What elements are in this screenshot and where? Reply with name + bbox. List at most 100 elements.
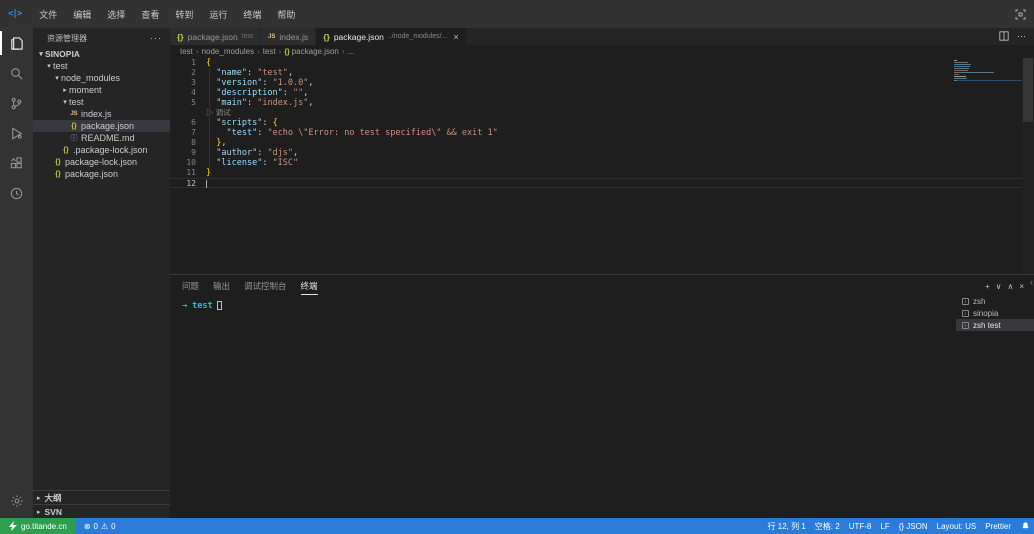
close-icon[interactable]: × — [453, 32, 458, 42]
menu-item-terminal[interactable]: 终端 — [235, 5, 269, 24]
menu-item-help[interactable]: 帮助 — [269, 5, 303, 24]
tree-item-package-lock[interactable]: {}package-lock.json — [33, 156, 170, 168]
new-terminal-icon[interactable]: + — [985, 282, 990, 291]
panel-tab-debug-console[interactable]: 调试控制台 — [244, 280, 287, 295]
line-content: }, — [196, 138, 227, 148]
json-file-icon: {} — [53, 171, 63, 178]
tree-item-index-js[interactable]: JSindex.js — [33, 108, 170, 120]
search-icon[interactable] — [0, 58, 33, 88]
launch-profile-icon[interactable]: ∨ — [996, 282, 1002, 291]
panel-tab-output[interactable]: 输出 — [213, 280, 230, 295]
tab-index-js[interactable]: JSindex.js — [261, 28, 316, 45]
tree-item-test[interactable]: ▾test — [33, 60, 170, 72]
code-line[interactable]: 2 "name": "test", — [170, 68, 1034, 78]
menu-item-view[interactable]: 查看 — [133, 5, 167, 24]
source-control-icon[interactable] — [0, 88, 33, 118]
code-line[interactable]: 11} — [170, 168, 1034, 178]
code-line[interactable]: 4 "description": "", — [170, 88, 1034, 98]
section-label: SVN — [45, 507, 62, 517]
code-line[interactable]: 10 "license": "ISC" — [170, 158, 1034, 168]
split-editor-icon[interactable] — [999, 28, 1009, 46]
clock-icon[interactable] — [0, 178, 33, 208]
panel-tab-terminal[interactable]: 终端 — [301, 280, 318, 295]
status-encoding[interactable]: UTF-8 — [849, 522, 872, 531]
minimap[interactable] — [954, 60, 1020, 86]
status-layout[interactable]: Layout: US — [937, 522, 977, 531]
status-cursor-position[interactable]: 行 12, 列 1 — [768, 521, 806, 532]
breadcrumb-item[interactable]: ... — [348, 47, 355, 56]
status-formatter[interactable]: Prettier — [985, 522, 1011, 531]
explorer-icon[interactable] — [0, 28, 33, 58]
code-line[interactable]: 9 "author": "djs", — [170, 148, 1034, 158]
breadcrumb-item[interactable]: test — [180, 47, 193, 56]
remote-indicator[interactable]: go.titande.cn — [0, 518, 76, 534]
status-indentation[interactable]: 空格: 2 — [815, 521, 840, 532]
code-line[interactable]: 6 "scripts": { — [170, 118, 1034, 128]
menu-item-file[interactable]: 文件 — [31, 5, 65, 24]
code-line[interactable]: 3 "version": "1.0.0", — [170, 78, 1034, 88]
section-outline[interactable]: ▸大纲 — [33, 490, 170, 504]
status-language-mode[interactable]: {} JSON — [899, 522, 928, 531]
code-line[interactable]: 8 }, — [170, 138, 1034, 148]
menu-item-run[interactable]: 运行 — [201, 5, 235, 24]
line-content: "license": "ISC" — [196, 158, 298, 168]
tree-item-node-modules[interactable]: ▾node_modules — [33, 72, 170, 84]
terminal-list-item-zsh-test[interactable]: ›zsh test — [956, 319, 1034, 331]
line-number: 6 — [170, 118, 196, 128]
code-line[interactable]: 5 "main": "index.js", — [170, 98, 1034, 108]
tab-package-json-test[interactable]: {}package.jsontest — [170, 28, 261, 45]
error-count: 0 — [94, 522, 98, 531]
token: "djs" — [267, 148, 293, 158]
section-svn[interactable]: ▸SVN — [33, 504, 170, 518]
token: , — [221, 138, 226, 148]
token: : — [262, 118, 272, 128]
explorer-more-actions-icon[interactable]: ··· — [150, 33, 162, 43]
run-debug-icon[interactable] — [0, 118, 33, 148]
code-line[interactable]: 1{ — [170, 58, 1034, 68]
editor-scrollbar[interactable] — [1022, 58, 1034, 274]
tab-package-json-node-modules[interactable]: {}package.json../node_modules/...× — [316, 28, 467, 45]
breadcrumb-item[interactable]: test — [263, 47, 276, 56]
terminal-icon: › — [962, 298, 969, 305]
tree-item-test-inner[interactable]: ▾test — [33, 96, 170, 108]
breadcrumb-item[interactable]: {} package.json — [284, 47, 339, 56]
terminal-output[interactable]: →test — [170, 295, 956, 518]
menu-item-edit[interactable]: 编辑 — [65, 5, 99, 24]
tab-label: index.js — [279, 32, 308, 42]
token — [206, 88, 216, 98]
extensions-icon[interactable] — [0, 148, 33, 178]
line-content — [196, 179, 207, 187]
tree-item-moment[interactable]: ▸moment — [33, 84, 170, 96]
token: "scripts" — [216, 118, 262, 128]
line-content: "author": "djs", — [196, 148, 298, 158]
settings-gear-icon[interactable] — [0, 488, 33, 514]
tree-item-readme-md[interactable]: ⓘREADME.md — [33, 132, 170, 144]
tree-item-package-json-inner[interactable]: {}package.json — [33, 120, 170, 132]
tree-item-sinopia[interactable]: ▾SINOPIA — [33, 48, 170, 60]
tree-item-dot-package-lock[interactable]: {}.package-lock.json — [33, 144, 170, 156]
token: "index.js" — [257, 98, 308, 108]
menu-item-selection[interactable]: 选择 — [99, 5, 133, 24]
notifications-bell-icon[interactable] — [1017, 521, 1034, 531]
menu-item-go[interactable]: 转到 — [167, 5, 201, 24]
minimap-line — [954, 60, 957, 61]
tree-item-label: SINOPIA — [45, 49, 80, 59]
maximize-panel-icon[interactable]: ∧ — [1007, 282, 1013, 291]
code-line[interactable]: 7 "test": "echo \"Error: no test specifi… — [170, 128, 1034, 138]
codelens-debug-link[interactable]: ▷ 调试 — [196, 108, 231, 118]
close-panel-icon[interactable]: × — [1019, 282, 1024, 291]
collapse-chevron-icon[interactable]: ‹ — [1030, 277, 1033, 287]
tree-item-package-json[interactable]: {}package.json — [33, 168, 170, 180]
terminal-list-item-sinopia[interactable]: ›sinopia — [956, 307, 1034, 319]
code-line[interactable]: 12 — [170, 178, 1034, 188]
status-eol[interactable]: LF — [880, 522, 889, 531]
problems-status[interactable]: ⊗ 0 ⚠ 0 — [76, 522, 124, 531]
breadcrumb-item[interactable]: node_modules — [202, 47, 254, 56]
code-editor[interactable]: 1{2 "name": "test",3 "version": "1.0.0",… — [170, 58, 1034, 274]
panel-tab-problems[interactable]: 问题 — [182, 280, 199, 295]
customize-layout-icon[interactable] — [1015, 9, 1026, 20]
terminal-list-item-zsh-1[interactable]: ›zsh — [956, 295, 1034, 307]
tree-item-label: package-lock.json — [65, 157, 137, 167]
more-actions-icon[interactable]: ⋯ — [1017, 31, 1026, 42]
token — [206, 138, 216, 148]
